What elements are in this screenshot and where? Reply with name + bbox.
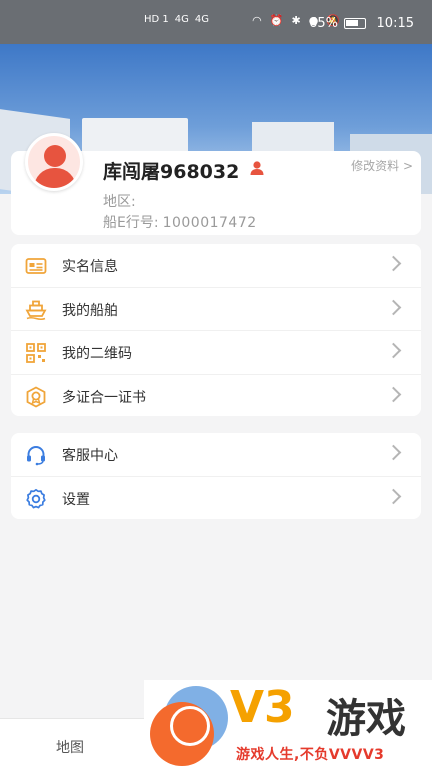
watermark-slogan: 游戏人生,不负VVVV3	[236, 747, 385, 763]
certificate-icon	[26, 385, 46, 408]
chevron-right-icon	[385, 386, 402, 402]
chevron-right-icon	[385, 444, 402, 461]
music-disc-icon	[170, 706, 210, 746]
chevron-right-icon	[385, 488, 402, 504]
avatar[interactable]	[25, 133, 83, 191]
menu-label: 实名信息	[62, 259, 118, 275]
alarm-icon: ⏰	[269, 14, 284, 27]
network-indicators: HD 1 4G 4G	[144, 14, 209, 25]
boat-id-value: 1000017472	[162, 215, 257, 231]
menu-item-my-qr-code[interactable]: 我的二维码	[11, 331, 421, 375]
clock: 10:15	[376, 16, 414, 31]
username: 库闯屠968032	[103, 161, 240, 183]
menu-group-account: 实名信息 我的船舶 我的二维码 多证合一证书	[11, 244, 421, 416]
region-label: 地区:	[103, 194, 136, 210]
tab-map[interactable]: 地图	[56, 737, 84, 757]
battery-percentage: 65%	[309, 16, 338, 31]
battery-icon	[344, 18, 366, 29]
menu-item-multi-certificate[interactable]: 多证合一证书	[11, 375, 421, 417]
status-bar: HD 1 4G 4G ◠ ⏰ ✱ ● 🔕 65% 10:15	[0, 0, 432, 44]
watermark-logo: V3 游戏 游戏人生,不负VVVV3	[144, 680, 432, 768]
boat-id: 船E行号: 1000017472	[103, 212, 257, 232]
avatar-head	[44, 145, 66, 167]
avatar-body	[34, 168, 76, 188]
menu-item-customer-service[interactable]: 客服中心	[11, 433, 421, 477]
menu-label: 客服中心	[62, 448, 118, 464]
chevron-right-icon	[385, 255, 402, 272]
edit-profile-link[interactable]: 修改资料 >	[351, 157, 413, 174]
network-4g-1: 4G	[174, 14, 189, 25]
id-card-icon	[25, 258, 47, 274]
network-4g-2: 4G	[194, 14, 210, 25]
wifi-icon: ◠	[252, 14, 262, 27]
boat-id-label: 船E行号:	[103, 215, 159, 231]
chevron-right-icon	[385, 342, 402, 359]
watermark-brand: V3	[230, 682, 295, 733]
menu-label: 我的船舶	[62, 302, 118, 319]
profile-card: 库闯屠968032 修改资料 > 地区: 船E行号: 1000017472	[11, 133, 421, 235]
menu-item-my-ships[interactable]: 我的船舶	[11, 288, 421, 331]
qr-code-icon	[26, 343, 46, 363]
sim1-badge: HD 1	[144, 14, 169, 25]
menu-item-real-name-info[interactable]: 实名信息	[11, 244, 421, 288]
headset-icon	[27, 446, 45, 466]
menu-label: 我的二维码	[62, 346, 132, 362]
bluetooth-icon: ✱	[291, 14, 301, 27]
menu-item-settings[interactable]: 设置	[11, 477, 421, 520]
user-icon	[250, 161, 264, 175]
settings-icon	[26, 488, 46, 508]
chevron-right-icon	[385, 299, 402, 315]
watermark-brand-text: 游戏	[326, 696, 406, 742]
ship-icon	[25, 300, 47, 320]
menu-group-support: 客服中心 设置	[11, 433, 421, 519]
menu-label: 多证合一证书	[62, 389, 146, 406]
menu-label: 设置	[62, 491, 90, 508]
